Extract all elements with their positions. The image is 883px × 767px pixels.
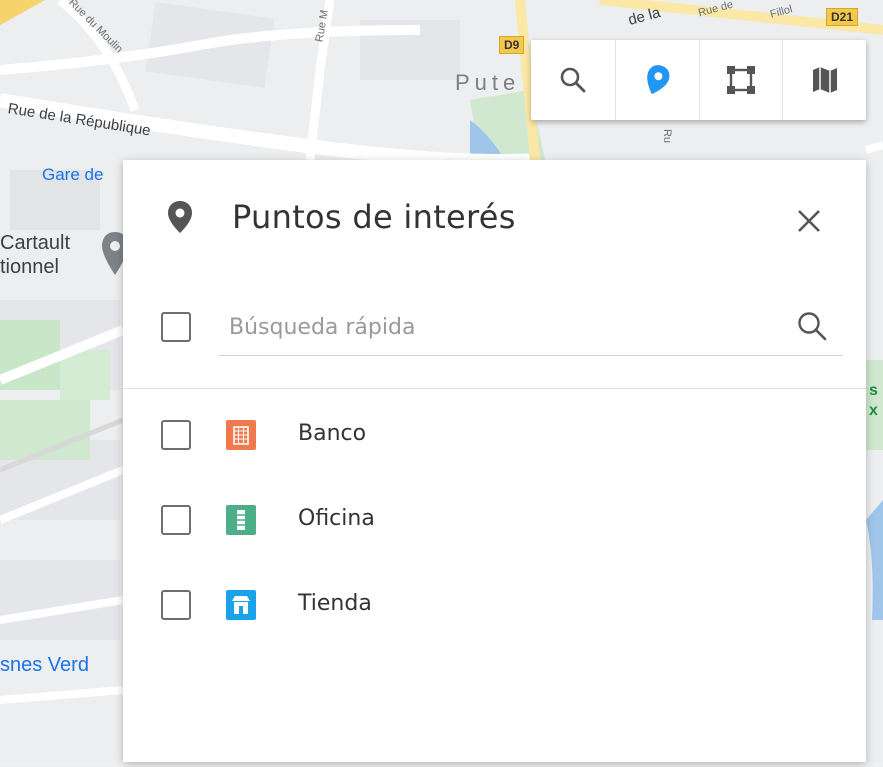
map-place-label: x	[869, 402, 878, 419]
office-icon	[226, 505, 256, 535]
road-shield-d9: D9	[499, 36, 525, 54]
select-all-checkbox[interactable]	[161, 312, 191, 342]
panel-divider	[123, 388, 866, 389]
panel-title: Puntos de interés	[232, 198, 516, 236]
map-place-label: Cartault	[0, 232, 71, 254]
poi-item-label: Banco	[298, 421, 367, 446]
poi-marker-icon	[647, 65, 670, 95]
map-layers-tool-button[interactable]	[782, 40, 866, 120]
poi-panel-header: Puntos de interés	[123, 160, 866, 280]
poi-checkbox[interactable]	[161, 420, 191, 450]
poi-item-tienda[interactable]: Tienda	[123, 575, 866, 635]
quick-search-input[interactable]	[219, 300, 843, 356]
map-place-label: s	[869, 382, 878, 399]
polygon-select-icon	[726, 66, 755, 94]
close-icon[interactable]	[793, 205, 825, 237]
map-place-label: tionnel	[0, 256, 59, 278]
poi-panel: Puntos de interés Banco	[123, 160, 866, 762]
poi-item-label: Oficina	[298, 506, 375, 531]
search-icon[interactable]	[795, 309, 829, 343]
poi-tool-button[interactable]	[614, 40, 699, 120]
search-icon	[560, 67, 586, 93]
quick-search-row	[123, 290, 866, 360]
map-town-label: Pute	[455, 70, 521, 95]
map-layers-icon	[812, 67, 837, 93]
road-shield-d21: D21	[826, 8, 859, 26]
poi-item-banco[interactable]: Banco	[123, 405, 866, 465]
map-transit-label: snes Verd	[0, 654, 89, 676]
bank-icon	[226, 420, 256, 450]
poi-item-label: Tienda	[298, 591, 372, 616]
poi-checkbox[interactable]	[161, 505, 191, 535]
map-toolbar	[531, 40, 866, 120]
shop-icon	[226, 590, 256, 620]
poi-item-oficina[interactable]: Oficina	[123, 490, 866, 550]
search-tool-button[interactable]	[531, 40, 615, 120]
poi-checkbox[interactable]	[161, 590, 191, 620]
map-street-label: Ru	[661, 128, 674, 144]
polygon-select-tool-button[interactable]	[698, 40, 783, 120]
map-transit-label: Gare de	[42, 165, 104, 184]
location-pin-icon	[168, 201, 192, 233]
